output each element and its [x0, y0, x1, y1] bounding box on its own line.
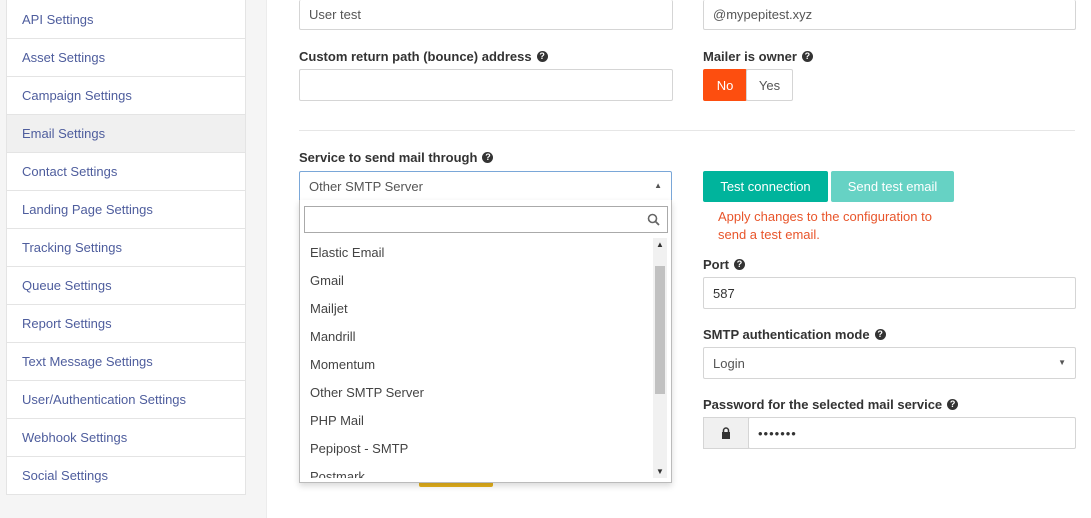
sidebar-item-social[interactable]: Social Settings: [6, 457, 246, 495]
mailer-owner-yes-label: Yes: [758, 77, 781, 93]
scrollbar-thumb[interactable]: [655, 266, 665, 394]
send-test-email-label: Send test email: [847, 179, 938, 194]
sidebar-item-queue[interactable]: Queue Settings: [6, 267, 246, 305]
port-value: 587: [713, 285, 735, 301]
auth-mode-label: SMTP authentication mode?: [703, 325, 886, 343]
sidebar-item-contact[interactable]: Contact Settings: [6, 153, 246, 191]
sidebar-item-label: Campaign Settings: [22, 88, 132, 103]
dropdown-option[interactable]: Other SMTP Server: [300, 378, 654, 406]
dropdown-option[interactable]: Momentum: [300, 350, 654, 378]
sidebar-item-label: Email Settings: [22, 126, 106, 141]
sidebar-item-asset[interactable]: Asset Settings: [6, 39, 246, 77]
port-label: Port?: [703, 255, 745, 273]
dropdown-option[interactable]: Postmark: [300, 462, 654, 479]
question-circle-icon[interactable]: ?: [482, 151, 494, 163]
password-label: Password for the selected mail service?: [703, 395, 959, 413]
question-circle-icon[interactable]: ?: [734, 258, 745, 270]
sidebar-item-label: Webhook Settings: [22, 430, 128, 445]
sidebar-item-user-auth[interactable]: User/Authentication Settings: [6, 381, 246, 419]
password-field[interactable]: •••••••: [748, 417, 1076, 449]
sidebar-item-label: Report Settings: [22, 316, 112, 331]
apply-changes-notice: Apply changes to the configuration to se…: [718, 209, 932, 242]
dropdown-option[interactable]: PHP Mail: [300, 406, 654, 434]
mailer-owner-yes-button[interactable]: Yes: [746, 69, 793, 101]
sidebar-item-label: Text Message Settings: [22, 354, 153, 369]
service-label: Service to send mail through?: [299, 148, 494, 166]
port-label-text: Port: [703, 256, 729, 272]
dropdown-option[interactable]: Pepipost - SMTP: [300, 434, 654, 462]
question-circle-icon[interactable]: ?: [536, 50, 548, 62]
scroll-up-icon[interactable]: ▲: [656, 240, 664, 249]
question-circle-icon[interactable]: ?: [801, 50, 813, 62]
dropdown-option[interactable]: Mandrill: [300, 322, 654, 350]
mailer-owner-label: Mailer is owner?: [703, 47, 813, 65]
sidebar-item-label: Social Settings: [22, 468, 108, 483]
dropdown-options-list: Elastic Email Gmail Mailjet Mandrill Mom…: [300, 238, 654, 479]
caret-up-icon: ▲: [654, 181, 662, 190]
sidebar-item-text-message[interactable]: Text Message Settings: [6, 343, 246, 381]
section-divider: [299, 130, 1075, 131]
from-name-field[interactable]: User test: [299, 0, 673, 30]
mailer-owner-label-text: Mailer is owner: [703, 48, 797, 64]
from-name-value: User test: [309, 7, 362, 22]
settings-sidebar: API Settings Asset Settings Campaign Set…: [6, 0, 246, 495]
return-path-field[interactable]: [299, 69, 673, 101]
question-circle-icon[interactable]: ?: [947, 398, 959, 410]
send-test-email-button[interactable]: Send test email: [831, 171, 954, 202]
auth-mode-value: Login: [713, 355, 745, 371]
password-value: •••••••: [758, 425, 797, 441]
password-label-text: Password for the selected mail service: [703, 396, 943, 412]
sidebar-item-label: API Settings: [22, 11, 94, 27]
return-path-label: Custom return path (bounce) address?: [299, 47, 548, 65]
port-field[interactable]: 587: [703, 277, 1076, 309]
mailer-owner-no-button[interactable]: No: [703, 69, 747, 101]
sidebar-item-webhook[interactable]: Webhook Settings: [6, 419, 246, 457]
search-icon: [647, 213, 660, 226]
sidebar-item-landing-page[interactable]: Landing Page Settings: [6, 191, 246, 229]
dropdown-option[interactable]: Elastic Email: [300, 238, 654, 266]
return-path-label-text: Custom return path (bounce) address: [299, 48, 532, 64]
sidebar-item-label: User/Authentication Settings: [22, 392, 187, 407]
scroll-down-icon[interactable]: ▼: [656, 467, 664, 476]
question-circle-icon[interactable]: ?: [874, 328, 886, 340]
service-dropdown: Elastic Email Gmail Mailjet Mandrill Mom…: [299, 200, 672, 483]
dropdown-scrollbar[interactable]: ▲ ▼: [653, 238, 667, 478]
auth-mode-select[interactable]: Login ▼: [703, 347, 1076, 379]
test-connection-label: Test connection: [720, 179, 811, 194]
sidebar-item-report[interactable]: Report Settings: [6, 305, 246, 343]
service-label-text: Service to send mail through: [299, 149, 478, 165]
mailer-owner-no-label: No: [716, 77, 734, 93]
caret-down-icon: ▼: [1058, 358, 1066, 367]
dropdown-search-input[interactable]: [304, 206, 668, 233]
sidebar-item-label: Landing Page Settings: [22, 202, 153, 217]
auth-mode-label-text: SMTP authentication mode: [703, 326, 870, 342]
service-select-value: Other SMTP Server: [309, 179, 423, 194]
service-select[interactable]: Other SMTP Server ▲: [299, 171, 672, 202]
lock-icon: [703, 417, 749, 449]
sidebar-item-label: Asset Settings: [22, 50, 106, 65]
dropdown-option[interactable]: Mailjet: [300, 294, 654, 322]
sidebar-item-campaign[interactable]: Campaign Settings: [6, 77, 246, 115]
test-connection-button[interactable]: Test connection: [703, 171, 828, 202]
sidebar-item-tracking[interactable]: Tracking Settings: [6, 229, 246, 267]
sidebar-item-label: Tracking Settings: [22, 240, 122, 255]
from-email-field[interactable]: @mypepitest.xyz: [703, 0, 1076, 30]
sidebar-item-api[interactable]: API Settings: [6, 0, 246, 39]
sidebar-item-label: Contact Settings: [22, 164, 118, 179]
from-email-value: @mypepitest.xyz: [713, 7, 813, 22]
sidebar-item-email[interactable]: Email Settings: [6, 115, 246, 153]
sidebar-item-label: Queue Settings: [22, 278, 112, 293]
dropdown-option[interactable]: Gmail: [300, 266, 654, 294]
